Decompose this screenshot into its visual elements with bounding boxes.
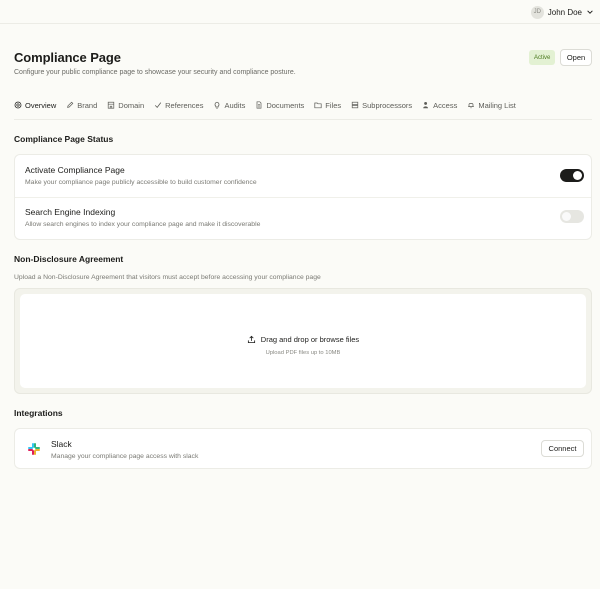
section-title-nda: Non-Disclosure Agreement xyxy=(14,254,124,264)
slack-description: Manage your compliance page access with … xyxy=(51,453,199,460)
dropzone-hint: Upload PDF files up to 10MB xyxy=(265,350,341,356)
tab-brand[interactable]: Brand xyxy=(61,96,102,114)
tab-label: Audits xyxy=(224,100,246,110)
page-subtitle: Configure your public compliance page to… xyxy=(14,69,296,76)
avatar: JD xyxy=(530,5,544,19)
tab-label: Subprocessors xyxy=(362,100,413,110)
indexing-title: Search Engine Indexing xyxy=(25,207,116,217)
tab-label: Domain xyxy=(118,100,145,110)
document-icon xyxy=(256,101,262,109)
tab-domain[interactable]: Domain xyxy=(102,96,149,114)
building-icon xyxy=(108,101,115,109)
check-icon xyxy=(155,102,162,109)
toggle-knob xyxy=(573,171,582,180)
divider xyxy=(15,197,591,198)
dropzone-label[interactable]: Drag and drop or browse files xyxy=(261,335,359,344)
user-name: John Doe xyxy=(547,7,582,17)
page-title: Compliance Page xyxy=(14,50,121,65)
folder-icon xyxy=(314,102,322,109)
tab-label: Overview xyxy=(25,100,57,110)
top-bar: JD John Doe xyxy=(0,0,600,24)
tab-mailing-list[interactable]: Mailing List xyxy=(462,96,521,114)
tab-label: Files xyxy=(325,100,342,110)
pen-icon xyxy=(67,101,74,108)
eye-icon xyxy=(14,101,22,109)
nda-upload-container: Drag and drop or browse files Upload PDF… xyxy=(14,288,592,394)
activate-description: Make your compliance page publicly acces… xyxy=(25,179,257,186)
upload-icon xyxy=(247,335,255,344)
slack-row: Slack Manage your compliance page access… xyxy=(51,439,198,460)
tab-documents[interactable]: Documents xyxy=(250,96,309,114)
toggle-knob xyxy=(562,212,571,221)
tab-overview[interactable]: Overview xyxy=(14,96,62,120)
tab-label: Mailing List xyxy=(478,100,516,110)
tab-audits[interactable]: Audits xyxy=(208,96,250,114)
bell-icon xyxy=(468,103,475,109)
server-icon xyxy=(351,101,359,109)
indexing-description: Allow search engines to index your compl… xyxy=(25,221,261,228)
section-title-integrations: Integrations xyxy=(14,408,63,418)
activate-toggle[interactable] xyxy=(560,169,584,182)
tab-label: Brand xyxy=(77,100,98,110)
lightbulb-icon xyxy=(215,101,220,109)
tab-access[interactable]: Access xyxy=(417,96,462,114)
activate-row: Activate Compliance Page Make your compl… xyxy=(25,165,257,186)
open-button[interactable]: Open xyxy=(560,49,592,66)
section-title-status: Compliance Page Status xyxy=(14,134,114,144)
connect-slack-button[interactable]: Connect xyxy=(541,440,584,457)
slack-name: Slack xyxy=(51,439,72,449)
tab-bar: Overview Brand Domain References Audits … xyxy=(14,96,521,120)
tab-divider xyxy=(14,119,592,120)
nda-dropzone[interactable]: Drag and drop or browse files Upload PDF… xyxy=(20,294,586,388)
tab-label: Documents xyxy=(266,100,305,110)
tab-files[interactable]: Files xyxy=(309,96,346,114)
tab-label: References xyxy=(165,100,204,110)
user-icon xyxy=(423,101,429,109)
indexing-row: Search Engine Indexing Allow search engi… xyxy=(25,207,260,228)
indexing-toggle[interactable] xyxy=(560,210,584,223)
slack-icon xyxy=(28,443,40,455)
tab-label: Access xyxy=(433,100,458,110)
user-menu[interactable]: JD John Doe xyxy=(530,4,594,20)
slack-integration-card: Slack Manage your compliance page access… xyxy=(14,428,592,469)
dropzone-label-row: Drag and drop or browse files xyxy=(20,335,586,344)
status-card: Activate Compliance Page Make your compl… xyxy=(14,154,592,240)
chevron-down-icon xyxy=(587,10,593,14)
nda-description: Upload a Non-Disclosure Agreement that v… xyxy=(14,274,321,281)
status-badge: Active xyxy=(529,50,556,65)
tab-subprocessors[interactable]: Subprocessors xyxy=(346,96,417,114)
activate-title: Activate Compliance Page xyxy=(25,165,125,175)
tab-references[interactable]: References xyxy=(149,96,208,114)
